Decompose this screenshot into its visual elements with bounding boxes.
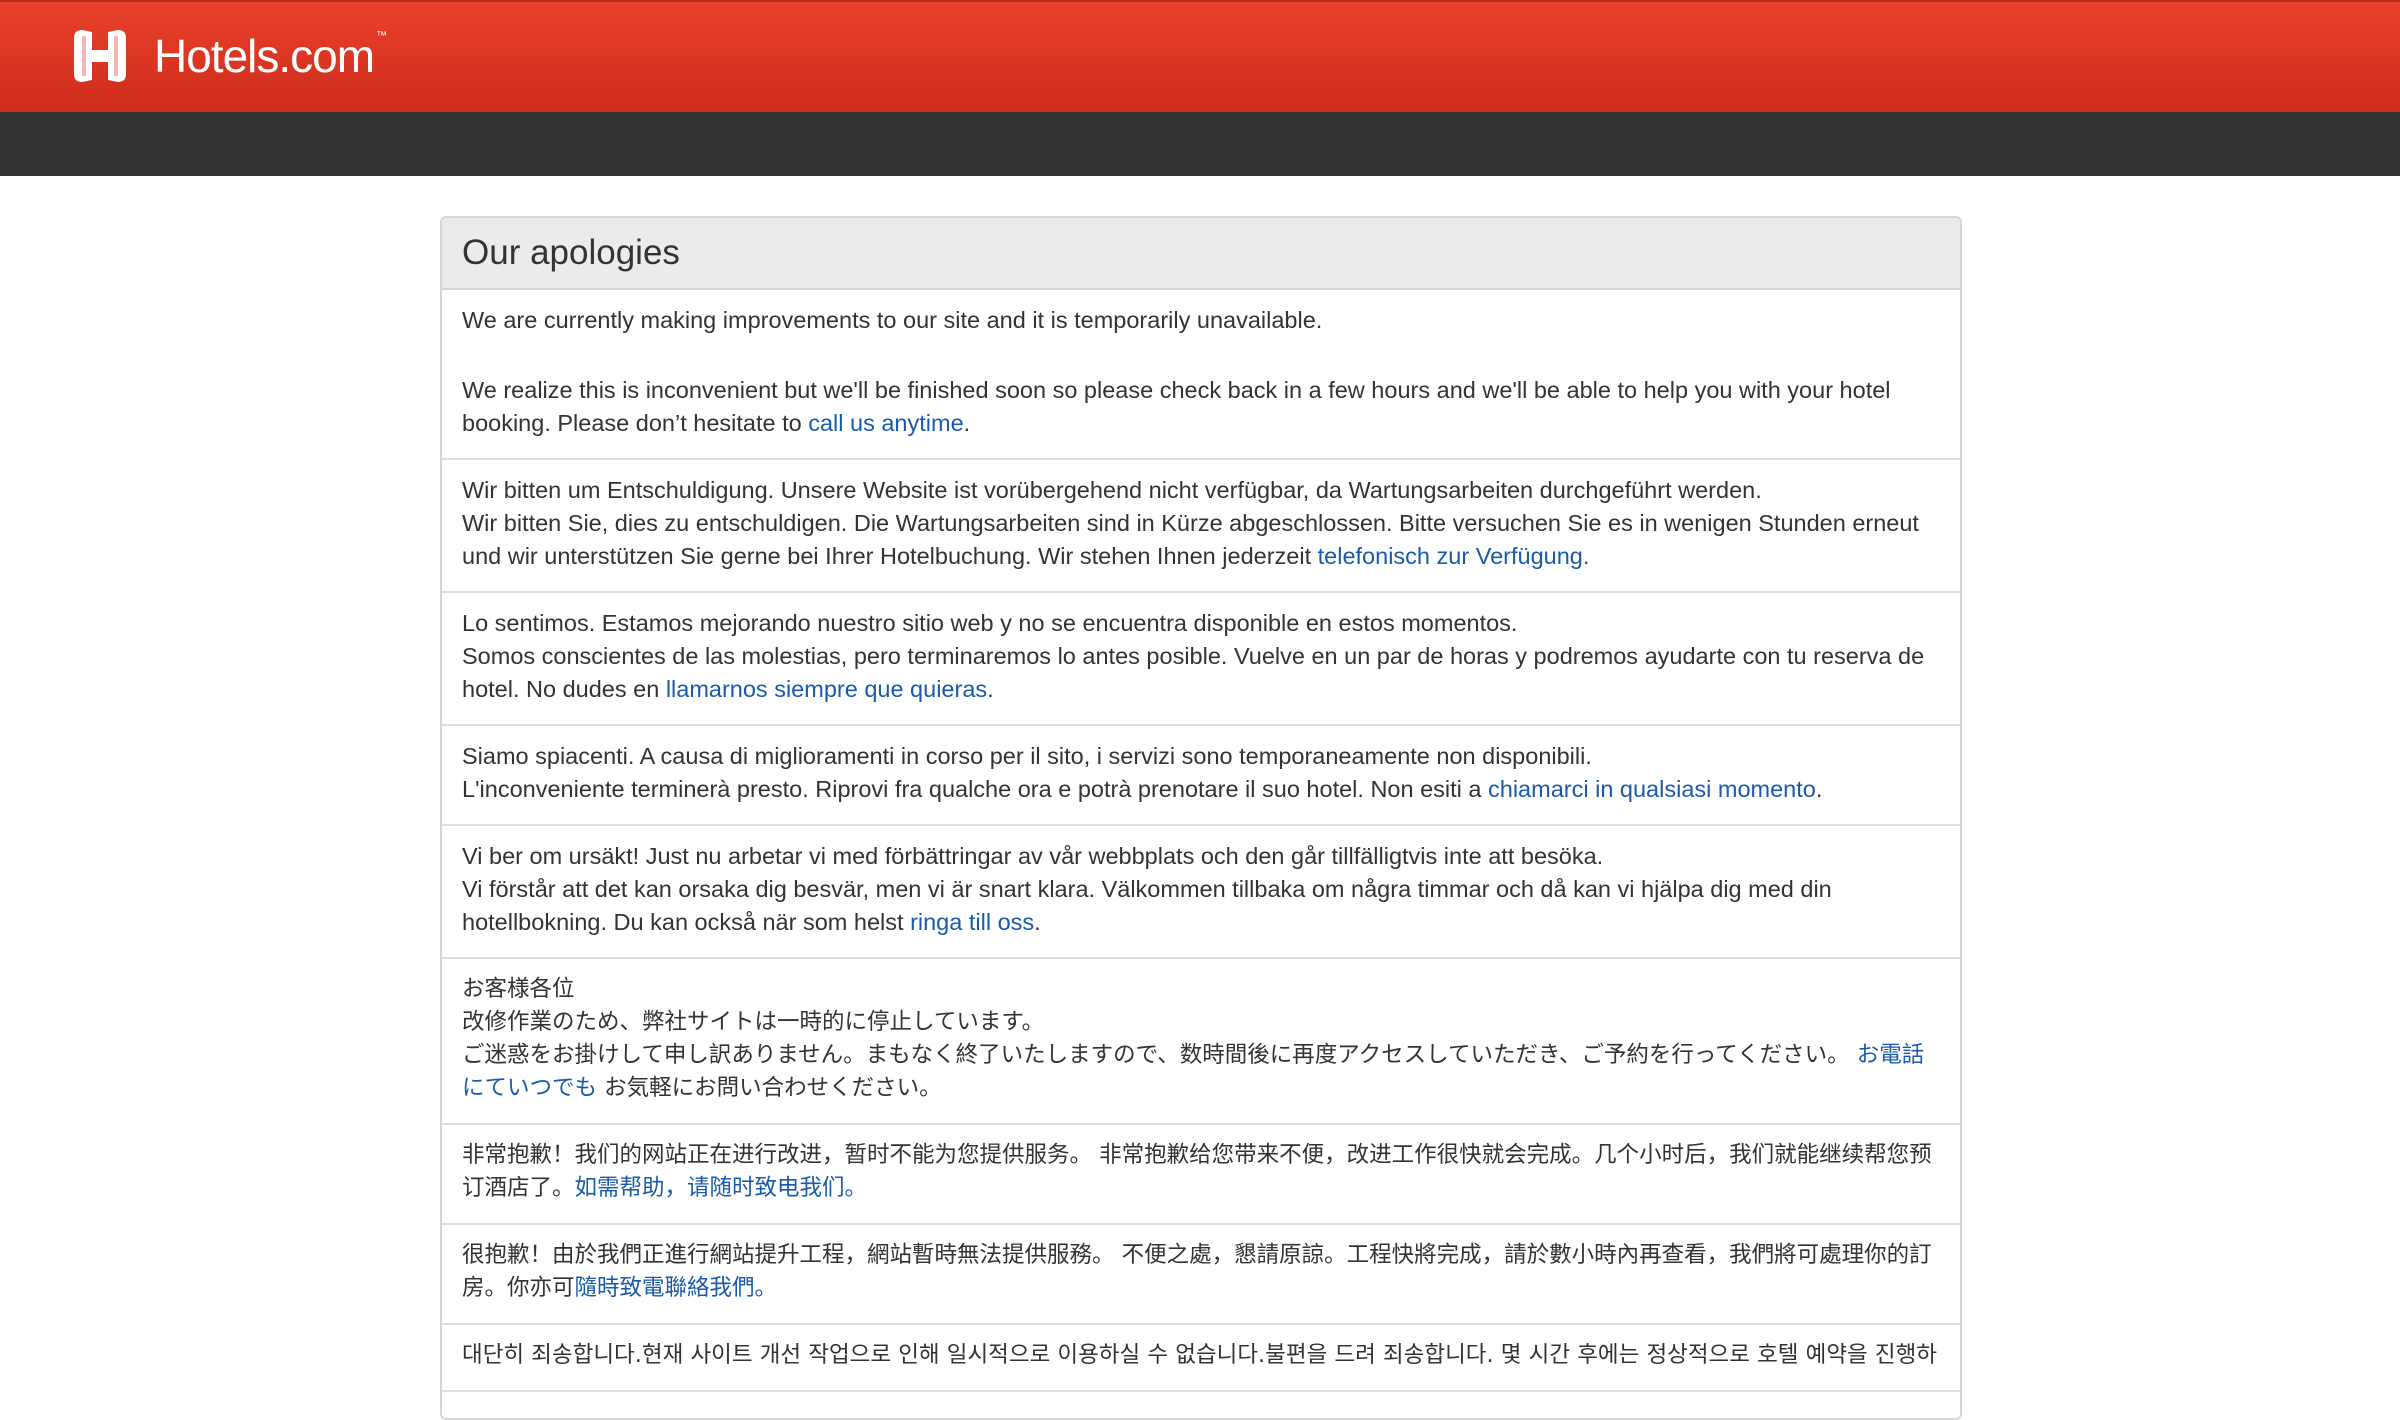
message-line: Somos conscientes de las molestias, pero…	[462, 643, 1925, 702]
top-header-bar: Hotels.com ™	[0, 0, 2400, 112]
message-korean: 대단히 죄송합니다.현재 사이트 개선 작업으로 인해 일시적으로 이용하실 수…	[442, 1325, 1960, 1392]
message-line: Vi ber om ursäkt! Just nu arbetar vi med…	[462, 843, 1604, 869]
message-traditional-chinese: 很抱歉！由於我們正進行網站提升工程，網站暫時無法提供服務。 不便之處，懇請原諒。…	[442, 1225, 1960, 1325]
message-german: Wir bitten um Entschuldigung. Unsere Web…	[442, 460, 1960, 593]
hotels-h-logo-icon	[74, 30, 126, 82]
message-english: We are currently making improvements to …	[442, 290, 1960, 460]
hotels-logo[interactable]: Hotels.com ™	[68, 24, 387, 88]
message-line: お客様各位	[462, 976, 575, 1002]
message-simplified-chinese: 非常抱歉！我们的网站正在进行改进，暂时不能为您提供服务。 非常抱歉给您带来不便，…	[442, 1125, 1960, 1225]
message-line: 改修作業のため、弊社サイトは一時的に停止しています。	[462, 1009, 1045, 1035]
message-line: 很抱歉！由於我們正進行網站提升工程，網站暫時無法提供服務。 不便之處，懇請原諒。…	[462, 1242, 1932, 1301]
navigation-bar	[0, 112, 2400, 176]
message-line: 非常抱歉！我们的网站正在进行改进，暂时不能为您提供服务。 非常抱歉给您带来不便，…	[462, 1142, 1932, 1201]
call-us-link-zh-tw[interactable]: 隨時致電聯絡我們。	[575, 1275, 778, 1301]
call-us-link-es[interactable]: llamarnos siempre que quieras	[666, 676, 987, 702]
trademark-symbol: ™	[376, 30, 388, 42]
message-japanese: お客様各位 改修作業のため、弊社サイトは一時的に停止しています。 ご迷惑をお掛け…	[442, 959, 1960, 1125]
call-us-link-zh-cn[interactable]: 如需帮助，请随时致电我们。	[575, 1175, 868, 1201]
message-line: Lo sentimos. Estamos mejorando nuestro s…	[462, 610, 1518, 636]
call-us-link-de[interactable]: telefonisch zur Verfügung.	[1318, 543, 1590, 569]
panel-header: Our apologies	[442, 218, 1960, 290]
message-swedish: Vi ber om ursäkt! Just nu arbetar vi med…	[442, 826, 1960, 959]
call-us-link[interactable]: call us anytime	[808, 410, 963, 436]
message-line: ご迷惑をお掛けして申し訳ありません。まもなく終了いたしますので、数時間後に再度ア…	[462, 1042, 1925, 1101]
message-line: Vi förstår att det kan orsaka dig besvär…	[462, 876, 1832, 935]
message-line: Siamo spiacenti. A causa di migliorament…	[462, 743, 1592, 769]
message-line: L'inconveniente terminerà presto. Riprov…	[462, 776, 1823, 802]
message-spanish: Lo sentimos. Estamos mejorando nuestro s…	[442, 593, 1960, 726]
brand-name: Hotels.com	[154, 30, 375, 82]
message-line: We realize this is inconvenient but we'l…	[462, 377, 1891, 436]
message-line: Wir bitten Sie, dies zu entschuldigen. D…	[462, 510, 1919, 569]
message-line: 대단히 죄송합니다.현재 사이트 개선 작업으로 인해 일시적으로 이용하실 수…	[462, 1342, 1937, 1368]
apology-panel: Our apologies We are currently making im…	[440, 216, 1962, 1420]
message-italian: Siamo spiacenti. A causa di migliorament…	[442, 726, 1960, 826]
message-line: Wir bitten um Entschuldigung. Unsere Web…	[462, 477, 1762, 503]
page-title: Our apologies	[462, 233, 680, 272]
call-us-link-it[interactable]: chiamarci in qualsiasi momento	[1488, 776, 1816, 802]
call-us-link-sv[interactable]: ringa till oss	[910, 909, 1034, 935]
message-line: We are currently making improvements to …	[462, 307, 1323, 333]
